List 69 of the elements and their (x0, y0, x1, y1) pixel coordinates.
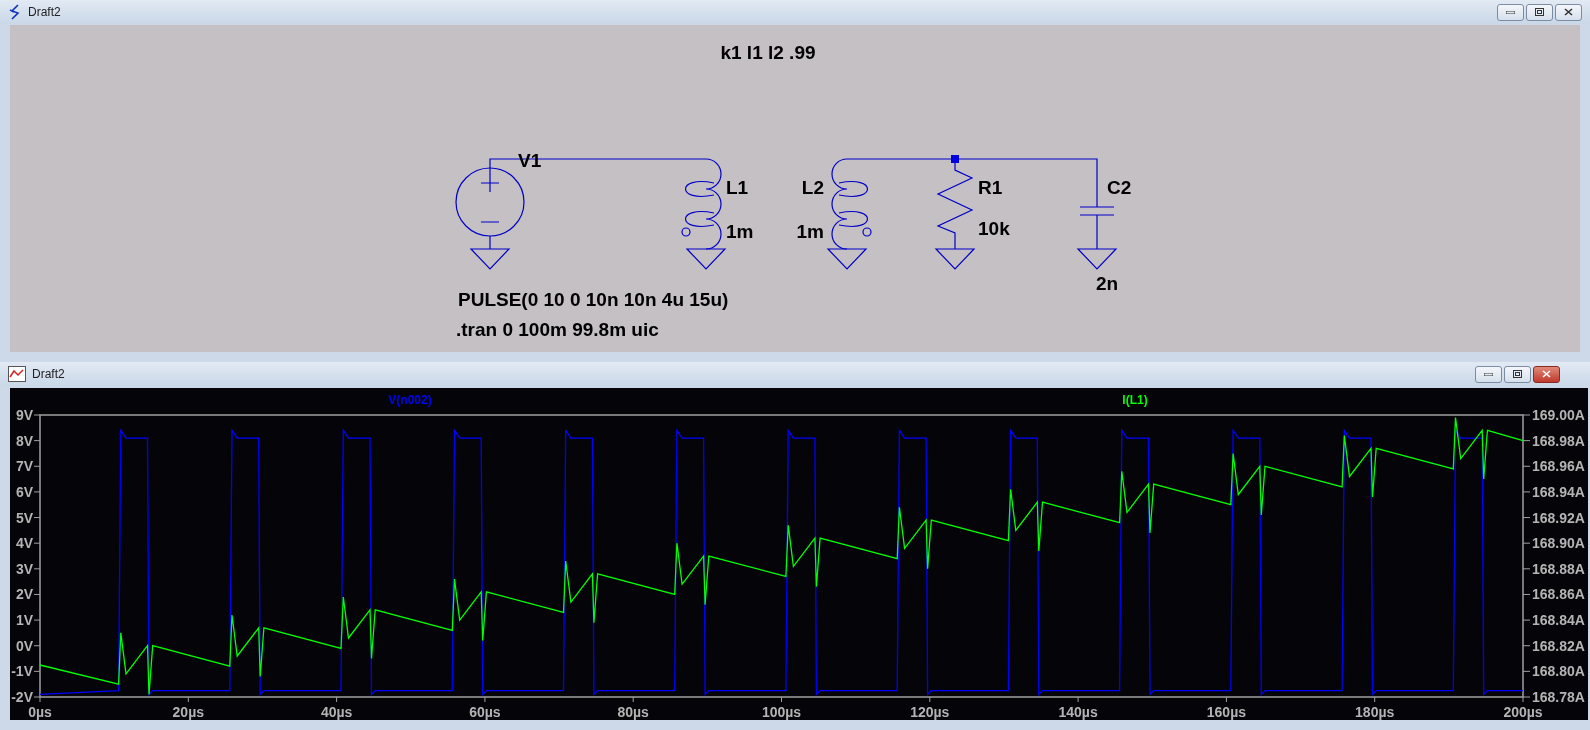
axis-tick-label: 180µs (1355, 704, 1395, 720)
close-icon (1542, 370, 1551, 378)
ground-symbol (826, 248, 868, 270)
minimize-icon (1484, 372, 1493, 376)
restore-button[interactable] (1526, 3, 1553, 21)
restore-icon (1535, 8, 1544, 16)
component-value: 10k (978, 218, 1010, 239)
axis-tick-label: 9V (15, 407, 33, 423)
component-value: PULSE(0 10 0 10n 10n 4u 15u) (458, 289, 729, 310)
ground-symbol (1076, 248, 1118, 270)
axis-tick-label: 7V (15, 458, 33, 475)
restore-icon (1513, 370, 1522, 378)
component-label: R1 (978, 177, 1003, 198)
trace-label: I(L1) (1122, 393, 1148, 407)
axis-tick-label: 168.90A (1532, 535, 1585, 552)
restore-button[interactable] (1504, 365, 1531, 383)
axis-tick-label: 8V (15, 432, 33, 449)
minimize-icon (1506, 10, 1515, 14)
capacitor-symbol (1079, 206, 1115, 250)
axis-tick-label: 168.86A (1532, 586, 1585, 603)
axis-tick-label: 4V (15, 535, 33, 552)
trace-label: V(n002) (388, 393, 432, 407)
close-button[interactable] (1555, 3, 1582, 21)
close-icon (1564, 8, 1573, 16)
axis-tick-label: 200µs (1503, 704, 1543, 720)
axis-tick-label: -2V (11, 689, 33, 705)
window-title: Draft2 (32, 367, 66, 381)
axis-tick-label: 168.78A (1532, 689, 1585, 705)
axis-tick-label: 168.92A (1532, 509, 1585, 526)
component-label: C2 (1107, 177, 1132, 198)
axis-tick-label: 168.84A (1532, 612, 1585, 629)
axis-tick-label: 100µs (761, 704, 802, 720)
ground-symbol (685, 248, 727, 270)
schematic-icon (8, 4, 22, 20)
waveform-icon (8, 366, 26, 382)
axis-tick-label: 168.96A (1532, 458, 1585, 475)
component-value: 1m (796, 221, 824, 242)
ground-symbol (469, 248, 511, 270)
axis-tick-label: 168.94A (1532, 483, 1585, 500)
axis-tick-label: 2V (15, 586, 33, 603)
axis-tick-label: 168.88A (1532, 560, 1585, 577)
component-label: L1 (726, 177, 749, 198)
axis-tick-label: 169.00A (1532, 407, 1585, 423)
component-value: 1m (726, 221, 754, 242)
spice-directive: k1 l1 l2 .99 (720, 42, 816, 63)
axis-tick-label: 0V (15, 637, 33, 654)
axis-tick-label: 3V (15, 560, 33, 577)
axis-tick-label: 0µs (28, 704, 52, 720)
close-button[interactable] (1533, 365, 1560, 383)
axis-tick-label: 168.82A (1532, 637, 1585, 654)
axis-tick-label: 40µs (320, 704, 353, 720)
axis-tick-label: 1V (15, 612, 33, 629)
axis-tick-label: 168.98A (1532, 432, 1585, 449)
axis-tick-label: 20µs (172, 704, 204, 720)
axis-tick-label: 120µs (910, 704, 950, 720)
axis-tick-label: 160µs (1206, 704, 1246, 720)
component-label: L2 (801, 177, 824, 198)
spice-directive: .tran 0 100m 99.8m uic (456, 319, 659, 340)
axis-tick-label: 140µs (1058, 704, 1098, 720)
window-title: Draft2 (28, 5, 62, 19)
axis-tick-label: 80µs (617, 704, 649, 720)
ground-symbol (934, 248, 976, 270)
axis-tick-label: 6V (15, 483, 33, 500)
axis-tick-label: 168.80A (1532, 663, 1585, 680)
component-value: 2n (1096, 273, 1119, 294)
axis-tick-label: -1V (11, 663, 33, 680)
component-label: V1 (518, 150, 542, 171)
axis-tick-label: 60µs (469, 704, 501, 720)
axis-tick-label: 5V (15, 509, 33, 526)
